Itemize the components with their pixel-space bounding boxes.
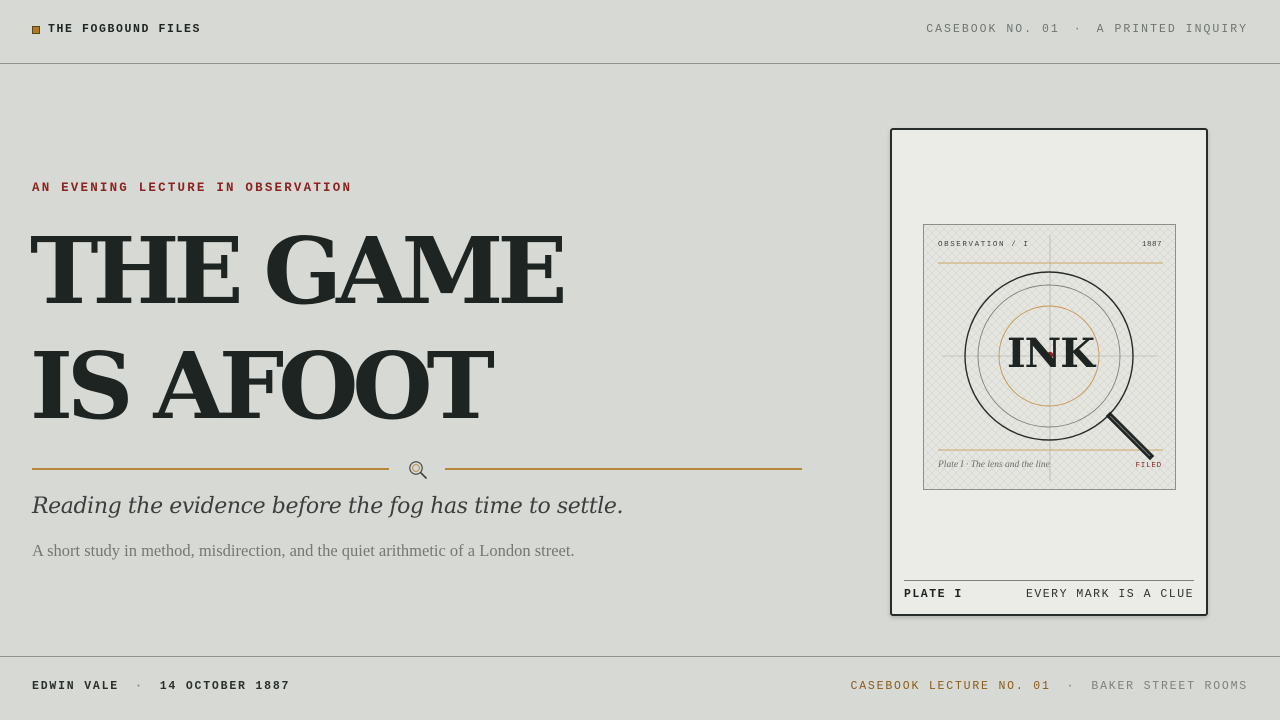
plate-illustration: OBSERVATION / I 1887 INK Plate I · The l…: [923, 224, 1176, 490]
brand-name: THE FOGBOUND FILES: [48, 23, 202, 36]
card-divider: [904, 580, 1194, 581]
bottom-bar: EDWIN VALE · 14 OCTOBER 1887 CASEBOOK LE…: [0, 656, 1280, 720]
ornament-divider: [32, 458, 802, 480]
plate-year: 1887: [1141, 241, 1162, 249]
top-bar: THE FOGBOUND FILES CASEBOOK NO. 01 · A P…: [0, 0, 1280, 64]
lecture-date: 14 OCTOBER 1887: [159, 680, 291, 693]
square-mark-icon: [32, 25, 40, 34]
magnifying-glass-icon: [409, 461, 428, 480]
divider-rule-left: [32, 468, 389, 470]
casebook-number: CASEBOOK NO. 01: [926, 23, 1060, 36]
plate-caption: Plate I · The lens and the line: [938, 460, 1050, 470]
plate-observation-label: OBSERVATION / I: [938, 241, 1030, 249]
venue: BAKER STREET ROOMS: [1091, 680, 1248, 693]
header-meta: CASEBOOK NO. 01 · A PRINTED INQUIRY: [926, 23, 1248, 36]
separator-dot: ·: [1073, 23, 1083, 36]
header-tagline: A PRINTED INQUIRY: [1096, 23, 1248, 36]
plate-number: PLATE I: [904, 588, 963, 601]
brand[interactable]: THE FOGBOUND FILES: [32, 23, 201, 36]
plate-card[interactable]: OBSERVATION / I 1887 INK Plate I · The l…: [890, 128, 1208, 616]
eyebrow: AN EVENING LECTURE IN OBSERVATION: [32, 181, 353, 195]
plate-motto: EVERY MARK IS A CLUE: [1025, 588, 1194, 601]
page-title: THE GAME IS AFOOT: [30, 214, 567, 444]
subtitle: Reading the evidence before the fog has …: [32, 494, 624, 519]
plate-word: INK: [1006, 330, 1095, 377]
author-name: EDWIN VALE: [32, 680, 120, 693]
separator-dot: ·: [135, 680, 144, 693]
filed-stamp: FILED: [1135, 462, 1162, 470]
lecture-number: CASEBOOK LECTURE NO. 01: [850, 680, 1051, 693]
footer-meta: CASEBOOK LECTURE NO. 01 · BAKER STREET R…: [851, 680, 1248, 693]
divider-rule-right: [445, 468, 802, 470]
title-line-1: THE GAME: [30, 217, 567, 325]
separator-dot: ·: [1066, 680, 1076, 693]
lede-text: A short study in method, misdirection, a…: [32, 541, 575, 560]
title-line-2: IS AFOOT: [30, 332, 495, 440]
footer-credits: EDWIN VALE · 14 OCTOBER 1887: [32, 680, 290, 693]
